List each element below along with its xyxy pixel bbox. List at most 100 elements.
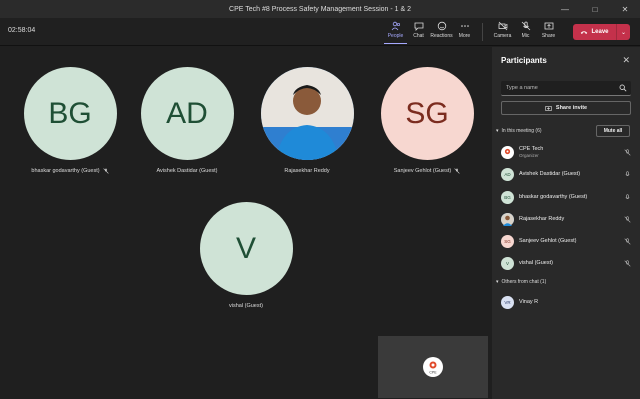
share-label: Share (541, 33, 556, 39)
mic-label: Mic (521, 33, 530, 39)
in-meeting-label: In this meeting (6) (501, 128, 542, 134)
participant-row[interactable]: BG bhaskar godavarthy (Guest) (501, 188, 631, 206)
people-icon (391, 21, 400, 31)
person-photo-icon (501, 212, 514, 226)
mic-off-icon (624, 215, 631, 223)
mic-icon (625, 193, 630, 199)
video-stage: BG bhaskar godavarthy (Guest) AD Avishek… (0, 47, 492, 399)
minimize-button[interactable]: — (550, 0, 580, 18)
participant-tile-bg[interactable]: BG bhaskar godavarthy (Guest) (15, 67, 125, 174)
others-section-header[interactable]: ▾ Others from chat (1) (496, 279, 546, 285)
cpe-logo-avatar (501, 145, 514, 159)
leave-button[interactable]: Leave ⌄ (573, 24, 630, 40)
camera-off-icon (498, 21, 507, 31)
self-view[interactable]: CPE (378, 336, 488, 398)
participant-name: CPE Tech (519, 146, 544, 152)
participant-name: Sanjeev Gehlot (Guest) (372, 168, 482, 174)
mic-icon (625, 170, 630, 176)
close-window-button[interactable]: ✕ (610, 0, 640, 18)
chevron-down-icon: ⌄ (620, 29, 627, 36)
reactions-label: Reactions (430, 33, 453, 39)
title-bar: CPE Tech #8 Process Safety Management Se… (0, 0, 640, 18)
camera-button[interactable]: Camera (491, 21, 514, 44)
in-meeting-section-header[interactable]: ▾ In this meeting (6) (496, 128, 542, 134)
mic-off-icon (624, 259, 631, 267)
mic-off-icon (102, 168, 109, 174)
chevron-down-icon: ▾ (496, 279, 499, 285)
participant-name: Vinay R (519, 299, 539, 305)
share-invite-label: Share invite (555, 105, 588, 111)
leave-label: Leave (591, 29, 609, 35)
participant-tile-rajasekhar[interactable]: Rajasekhar Reddy (252, 67, 362, 174)
panel-title: Participants (501, 56, 547, 65)
svg-text:CPE: CPE (429, 371, 437, 375)
chevron-down-icon: ▾ (496, 128, 499, 134)
share-button[interactable]: Share (537, 21, 560, 44)
phone-hangup-icon (581, 31, 588, 34)
avatar: BG (23, 67, 117, 160)
participant-row[interactable]: Rajasekhar Reddy (501, 210, 631, 228)
mic-off-icon (624, 148, 631, 156)
avatar: VR (501, 295, 514, 309)
avatar: SG (380, 67, 474, 160)
search-input[interactable]: Type a name (501, 81, 631, 96)
toolbar-divider (482, 23, 483, 41)
participant-name: Rajasekhar Reddy (519, 216, 565, 222)
people-label: People (387, 33, 404, 39)
participant-name-text: Sanjeev Gehlot (Guest) (393, 168, 452, 174)
more-icon (460, 25, 469, 27)
meeting-timer: 02:58:04 (8, 27, 36, 34)
chat-label: Chat (413, 33, 424, 39)
avatar: AD (501, 167, 514, 181)
participant-name: Rajasekhar Reddy (284, 168, 330, 174)
more-button[interactable]: More (453, 21, 476, 44)
avatar: SG (501, 234, 514, 248)
meeting-toolbar: 02:58:04 People Chat Reactions More Came… (0, 18, 640, 46)
avatar: AD (140, 67, 234, 160)
window-title: CPE Tech #8 Process Safety Management Se… (229, 5, 411, 13)
participant-tile-sg[interactable]: SG Sanjeev Gehlot (Guest) (372, 67, 482, 174)
participant-row[interactable]: V vishal (Guest) (501, 254, 631, 272)
share-invite-icon (545, 105, 552, 111)
leave-options-button[interactable]: ⌄ (616, 24, 630, 40)
more-label: More (458, 33, 471, 39)
participant-role: Organizer (519, 153, 539, 158)
reactions-icon (437, 21, 446, 31)
cpe-logo-icon: CPE (429, 361, 437, 375)
participant-name: Avishek Dastidar (Guest) (519, 171, 581, 177)
avatar: V (199, 202, 293, 295)
chat-button[interactable]: Chat (407, 21, 430, 44)
camera-label: Camera (493, 33, 512, 39)
participant-name: Sanjeev Gehlot (Guest) (519, 238, 577, 244)
participant-row[interactable]: AD Avishek Dastidar (Guest) (501, 165, 631, 183)
reactions-button[interactable]: Reactions (430, 21, 453, 44)
participant-row[interactable]: CPE Tech Organizer (501, 143, 631, 161)
participant-name: bhaskar godavarthy (Guest) (15, 168, 125, 174)
search-icon (619, 84, 627, 92)
mic-off-icon (624, 237, 631, 245)
avatar-photo (260, 67, 354, 160)
leave-main[interactable]: Leave (573, 28, 616, 36)
avatar-photo (501, 212, 514, 226)
mic-off-icon (521, 21, 530, 31)
avatar: V (501, 256, 514, 270)
others-label: Others from chat (1) (501, 279, 547, 285)
share-icon (544, 22, 553, 30)
close-panel-icon[interactable]: ✕ (622, 55, 630, 66)
participants-panel: Participants ✕ Type a name Share invite … (492, 47, 640, 399)
mute-all-button[interactable]: Mute all (596, 125, 630, 137)
participant-row[interactable]: VR Vinay R (501, 293, 631, 311)
participant-tile-v[interactable]: V vishal (Guest) (191, 202, 301, 309)
share-invite-button[interactable]: Share invite (501, 101, 631, 115)
mic-off-icon (454, 168, 460, 174)
people-button[interactable]: People (384, 21, 407, 44)
participant-tile-ad[interactable]: AD Avishek Dastidar (Guest) (132, 67, 242, 174)
cpe-logo-icon (504, 148, 511, 154)
chat-icon (414, 22, 423, 31)
mic-button[interactable]: Mic (514, 21, 537, 44)
participant-name: vishal (Guest) (519, 260, 553, 266)
avatar: BG (501, 190, 514, 204)
participant-name: vishal (Guest) (229, 303, 263, 309)
maximize-button[interactable]: □ (580, 0, 610, 18)
participant-row[interactable]: SG Sanjeev Gehlot (Guest) (501, 232, 631, 250)
